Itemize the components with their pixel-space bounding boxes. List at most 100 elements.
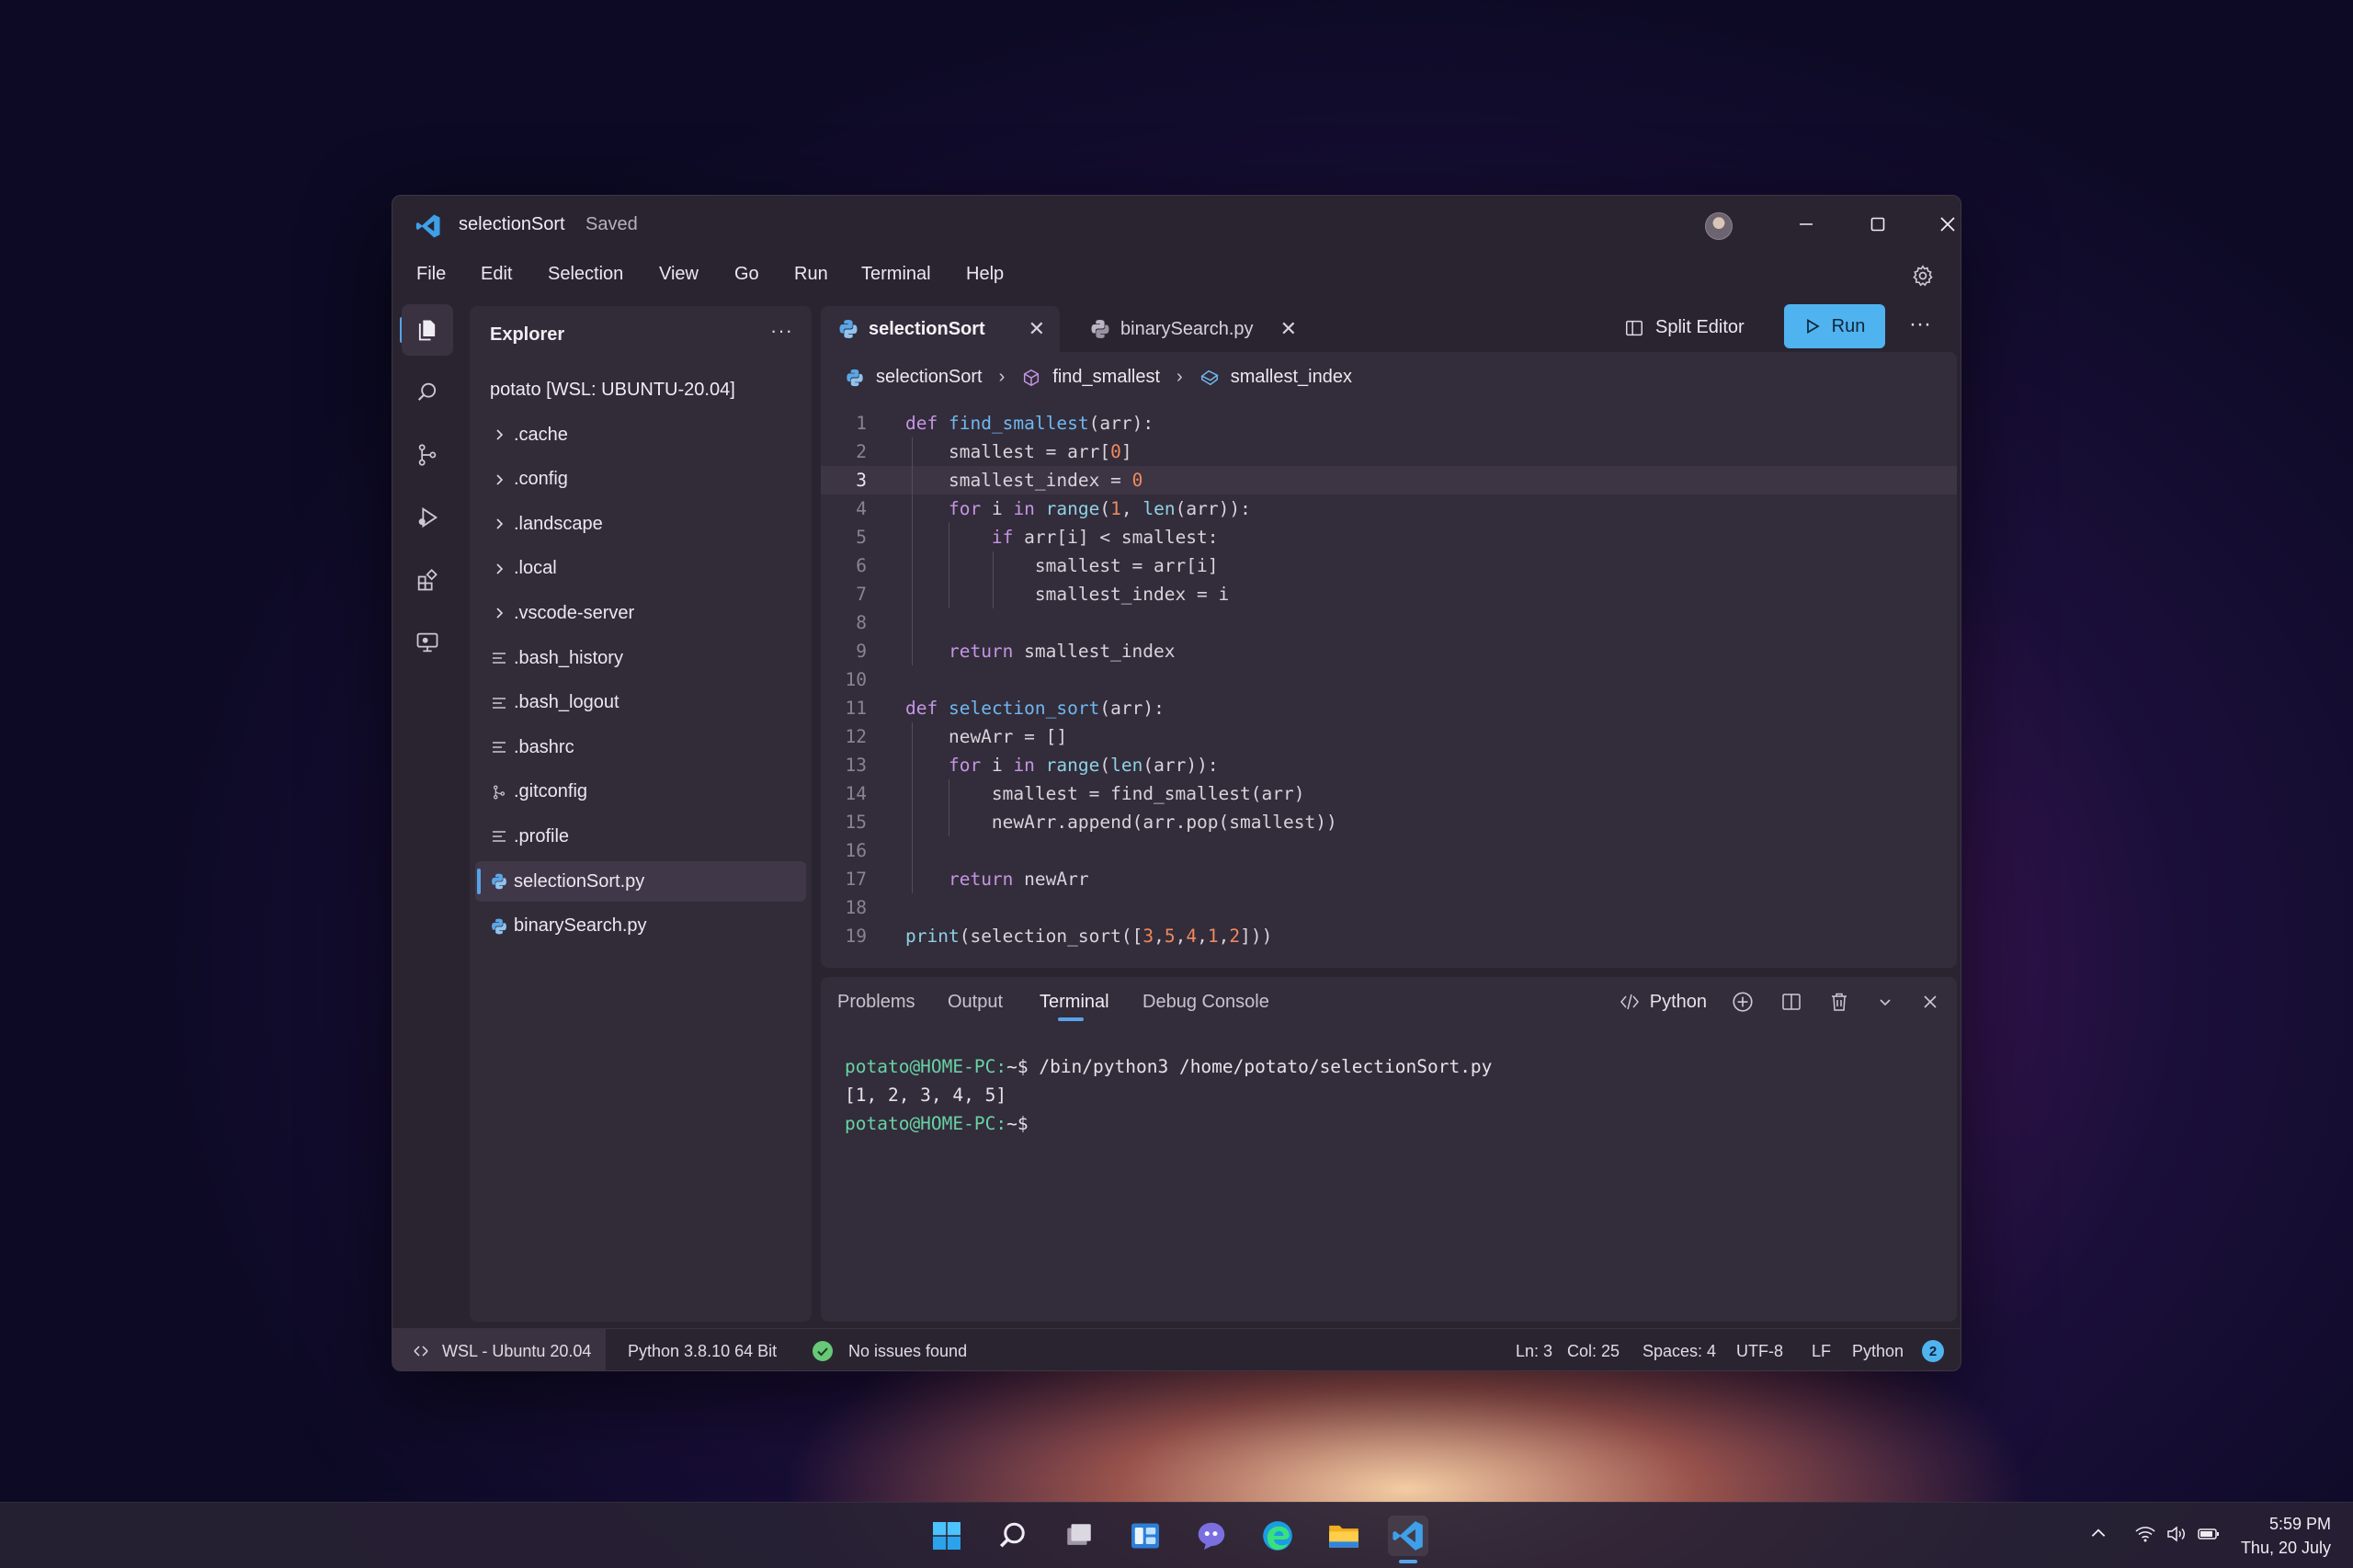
column-status[interactable]: Col: 25	[1567, 1342, 1620, 1361]
tree-item[interactable]: .cache	[475, 415, 806, 455]
code-line[interactable]: 6 smallest = arr[i]	[821, 551, 1957, 580]
remote-indicator[interactable]: WSL - Ubuntu 20.04	[392, 1329, 606, 1370]
add-terminal-icon[interactable]	[1731, 990, 1755, 1014]
line-content[interactable]: return smallest_index	[905, 637, 1176, 665]
task-view-button[interactable]	[1059, 1516, 1099, 1556]
code-line[interactable]: 9 return smallest_index	[821, 637, 1957, 665]
workspace-root[interactable]: potato [WSL: UBUNTU-20.04]	[490, 380, 735, 401]
eol-status[interactable]: LF	[1812, 1342, 1831, 1361]
tab-close-button[interactable]: ✕	[1029, 317, 1045, 341]
language-status[interactable]: Python	[1852, 1342, 1904, 1361]
tab-binarysearch[interactable]: binarySearch.py ✕	[1073, 306, 1312, 352]
menu-go[interactable]: Go	[734, 264, 759, 285]
issues-status[interactable]: No issues found	[812, 1340, 967, 1362]
line-content[interactable]: smallest_index = i	[905, 580, 1229, 608]
close-panel-icon[interactable]	[1922, 994, 1938, 1010]
interpreter-status[interactable]: Python 3.8.10 64 Bit	[628, 1342, 777, 1361]
tab-close-button[interactable]: ✕	[1280, 317, 1297, 341]
menu-view[interactable]: View	[659, 264, 699, 285]
code-line[interactable]: 5 if arr[i] < smallest:	[821, 523, 1957, 551]
chat-button[interactable]	[1191, 1516, 1232, 1556]
wifi-icon[interactable]	[2134, 1523, 2156, 1545]
widgets-button[interactable]	[1125, 1516, 1165, 1556]
tree-item[interactable]: .bash_logout	[475, 683, 806, 723]
source-control-activity-button[interactable]	[402, 429, 453, 481]
line-content[interactable]: newArr = []	[905, 722, 1067, 751]
extensions-activity-button[interactable]	[402, 554, 453, 606]
tab-problems[interactable]: Problems	[837, 992, 915, 1013]
remote-explorer-activity-button[interactable]	[402, 617, 453, 668]
code-editor[interactable]: selectionSort › find_smallest › smallest…	[821, 352, 1957, 968]
code-line[interactable]: 1 def find_smallest(arr):	[821, 409, 1957, 437]
tree-item[interactable]: .landscape	[475, 504, 806, 544]
clock[interactable]: 5:59 PM Thu, 20 July	[2241, 1512, 2331, 1560]
close-window-button[interactable]	[1926, 205, 1961, 244]
menu-selection[interactable]: Selection	[548, 264, 623, 285]
line-content[interactable]: for i in range(1, len(arr)):	[905, 494, 1251, 523]
breadcrumb-variable[interactable]: smallest_index	[1231, 367, 1352, 388]
code-line[interactable]: 18	[821, 893, 1957, 922]
account-avatar[interactable]	[1705, 212, 1733, 240]
maximize-button[interactable]	[1856, 205, 1900, 244]
code-line[interactable]: 12 newArr = []	[821, 722, 1957, 751]
line-content[interactable]: smallest_index = 0	[905, 466, 1142, 494]
tree-item[interactable]: .gitconfig	[475, 772, 806, 812]
tree-item[interactable]: .config	[475, 460, 806, 500]
tree-item[interactable]: binarySearch.py	[475, 906, 806, 947]
code-line[interactable]: 17 return newArr	[821, 865, 1957, 893]
code-line[interactable]: 10	[821, 665, 1957, 694]
start-button[interactable]	[926, 1516, 967, 1556]
tab-terminal[interactable]: Terminal	[1040, 992, 1109, 1013]
line-content[interactable]: smallest = find_smallest(arr)	[905, 779, 1305, 808]
line-content[interactable]: def selection_sort(arr):	[905, 694, 1165, 722]
line-status[interactable]: Ln: 3	[1516, 1342, 1552, 1361]
split-terminal-icon[interactable]	[1780, 991, 1802, 1013]
tab-output[interactable]: Output	[948, 992, 1003, 1013]
menu-edit[interactable]: Edit	[481, 264, 512, 285]
code-line[interactable]: 4 for i in range(1, len(arr)):	[821, 494, 1957, 523]
run-button[interactable]: Run	[1784, 304, 1885, 348]
code-line[interactable]: 8	[821, 608, 1957, 637]
encoding-status[interactable]: UTF-8	[1736, 1342, 1783, 1361]
line-content[interactable]: def find_smallest(arr):	[905, 409, 1154, 437]
code-line[interactable]: 16	[821, 836, 1957, 865]
tree-item[interactable]: .profile	[475, 816, 806, 857]
menu-terminal[interactable]: Terminal	[861, 264, 931, 285]
gear-icon[interactable]	[1911, 264, 1935, 288]
tree-item[interactable]: .bashrc	[475, 727, 806, 767]
indentation-status[interactable]: Spaces: 4	[1643, 1342, 1716, 1361]
split-editor-button[interactable]: Split Editor	[1624, 317, 1745, 338]
taskbar-search-button[interactable]	[993, 1516, 1033, 1556]
code-line[interactable]: 15 newArr.append(arr.pop(smallest))	[821, 808, 1957, 836]
menu-run[interactable]: Run	[794, 264, 828, 285]
tab-debug-console[interactable]: Debug Console	[1142, 992, 1269, 1013]
battery-icon[interactable]	[2197, 1523, 2221, 1545]
chevron-down-icon[interactable]	[1876, 993, 1894, 1011]
tree-item[interactable]: .local	[475, 549, 806, 589]
tree-item[interactable]: selectionSort.py	[475, 861, 806, 902]
trash-icon[interactable]	[1828, 991, 1850, 1013]
chevron-up-icon[interactable]	[2088, 1523, 2109, 1543]
terminal-output[interactable]: potato@HOME-PC:~$ /bin/python3 /home/pot…	[845, 1052, 1492, 1138]
code-line[interactable]: 14 smallest = find_smallest(arr)	[821, 779, 1957, 808]
breadcrumb-function[interactable]: find_smallest	[1052, 367, 1160, 388]
run-debug-activity-button[interactable]	[402, 492, 453, 543]
menu-file[interactable]: File	[416, 264, 446, 285]
code-line[interactable]: 13 for i in range(len(arr)):	[821, 751, 1957, 779]
menu-help[interactable]: Help	[966, 264, 1004, 285]
explorer-more-button[interactable]: ···	[770, 319, 793, 343]
line-content[interactable]: for i in range(len(arr)):	[905, 751, 1219, 779]
edge-button[interactable]	[1257, 1516, 1298, 1556]
vscode-taskbar-button[interactable]	[1388, 1516, 1428, 1556]
code-line[interactable]: 3 smallest_index = 0	[821, 466, 1957, 494]
notifications-badge[interactable]: 2	[1922, 1340, 1944, 1362]
line-content[interactable]: print(selection_sort([3,5,4,1,2]))	[905, 922, 1272, 950]
tree-item[interactable]: .bash_history	[475, 638, 806, 678]
tab-selectionsort[interactable]: selectionSort ✕	[821, 306, 1060, 352]
line-content[interactable]: smallest = arr[i]	[905, 551, 1219, 580]
code-line[interactable]: 11 def selection_sort(arr):	[821, 694, 1957, 722]
editor-more-actions-button[interactable]: ···	[1909, 312, 1931, 337]
code-line[interactable]: 2 smallest = arr[0]	[821, 437, 1957, 466]
line-content[interactable]: if arr[i] < smallest:	[905, 523, 1219, 551]
search-activity-button[interactable]	[402, 367, 453, 418]
